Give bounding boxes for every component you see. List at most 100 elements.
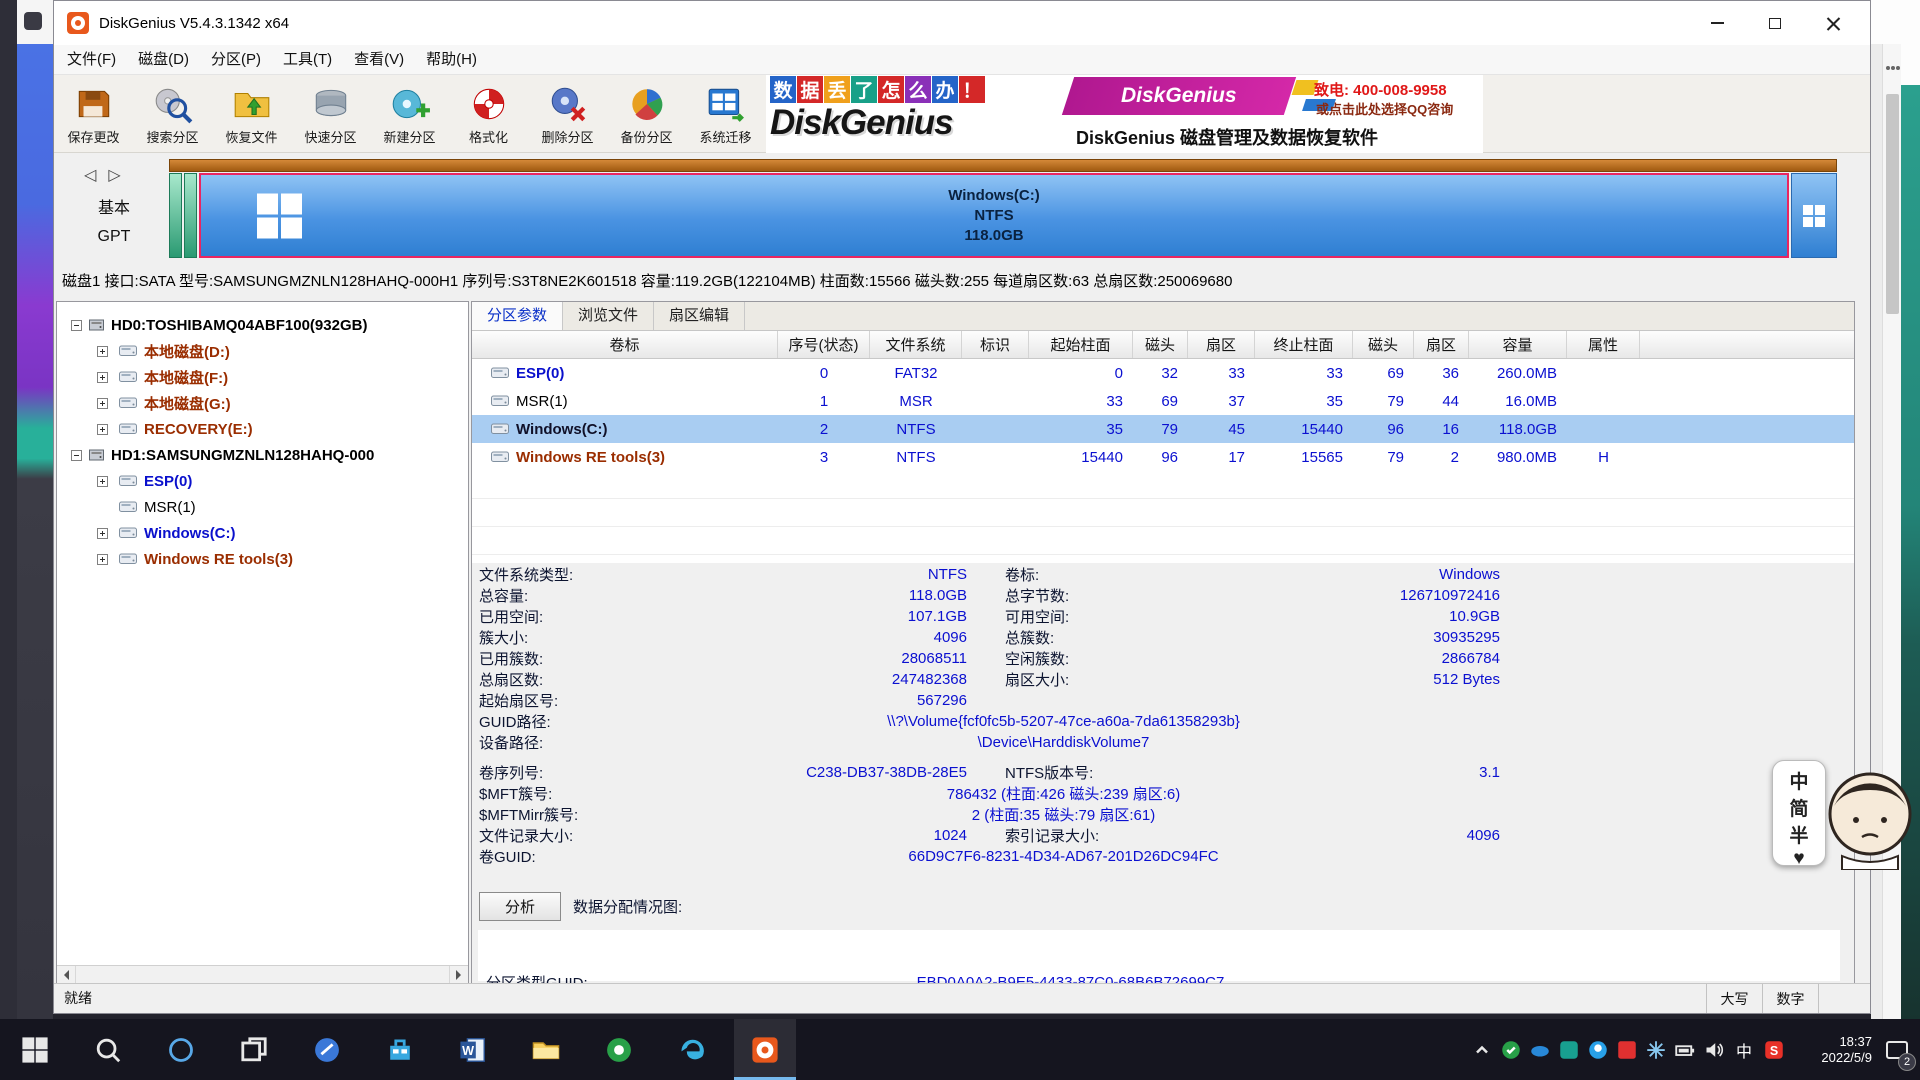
- table-column-9[interactable]: 扇区: [1414, 331, 1469, 358]
- notification-center-button[interactable]: 2: [1874, 1019, 1920, 1080]
- tab-partition-params[interactable]: 分区参数: [472, 302, 563, 330]
- toolbar-button-new-partition[interactable]: 新建分区: [370, 75, 449, 153]
- table-column-4[interactable]: 起始柱面: [1029, 331, 1133, 358]
- table-column-5[interactable]: 磁头: [1133, 331, 1188, 358]
- toggle-plus-icon[interactable]: [97, 528, 108, 539]
- tray-qq-icon[interactable]: [1588, 1040, 1608, 1060]
- tree-item-5[interactable]: HD1:SAMSUNGMZNLN128HAHQ-000: [57, 442, 468, 468]
- analyze-button[interactable]: 分析: [479, 892, 561, 921]
- table-column-8[interactable]: 磁头: [1353, 331, 1414, 358]
- toolbar-button-quick-partition[interactable]: 快速分区: [291, 75, 370, 153]
- toggle-minus-icon[interactable]: [71, 320, 82, 331]
- menu-item-3[interactable]: 工具(T): [272, 45, 343, 74]
- tray-battery-icon[interactable]: [1675, 1040, 1695, 1060]
- toolbar-button-format[interactable]: 格式化: [449, 75, 528, 153]
- toolbar-button-system-migration[interactable]: 系统迁移: [686, 75, 765, 153]
- toolbar-button-save-changes[interactable]: 保存更改: [54, 75, 133, 153]
- ime-widget-char[interactable]: 简: [1789, 794, 1808, 821]
- banner-qq-link[interactable]: 或点击此处选择QQ咨询: [1316, 99, 1453, 118]
- prev-disk-icon[interactable]: ◁: [84, 165, 96, 185]
- tray-teal-icon[interactable]: [1559, 1040, 1579, 1060]
- taskbar-word-button[interactable]: W: [442, 1019, 504, 1080]
- tree-item-3[interactable]: 本地磁盘(G:): [57, 390, 468, 416]
- tree-item-7[interactable]: MSR(1): [57, 494, 468, 520]
- taskbar-diskgenius-button[interactable]: [734, 1019, 796, 1080]
- banner-headline-char: 么: [905, 76, 931, 103]
- table-column-3[interactable]: 标识: [962, 331, 1029, 358]
- tree-item-6[interactable]: ESP(0): [57, 468, 468, 494]
- tree-horizontal-scrollbar[interactable]: [57, 965, 468, 984]
- taskbar-file-explorer-button[interactable]: [515, 1019, 577, 1080]
- taskbar-store-button[interactable]: [369, 1019, 431, 1080]
- partition-block-esp[interactable]: [169, 173, 182, 258]
- menu-item-0[interactable]: 文件(F): [56, 45, 127, 74]
- taskbar-start-button[interactable]: [4, 1019, 66, 1080]
- toggle-plus-icon[interactable]: [97, 424, 108, 435]
- tray-snowflake-icon[interactable]: [1646, 1040, 1666, 1060]
- toggle-plus-icon[interactable]: [97, 346, 108, 357]
- table-column-10[interactable]: 容量: [1469, 331, 1567, 358]
- minimize-button[interactable]: [1688, 1, 1746, 45]
- tree-item-8[interactable]: Windows(C:): [57, 520, 468, 546]
- ime-indicator[interactable]: 中: [1733, 1038, 1755, 1062]
- tree-item-4[interactable]: RECOVERY(E:): [57, 416, 468, 442]
- tree-item-1[interactable]: 本地磁盘(D:): [57, 338, 468, 364]
- toolbar-button-search-partition[interactable]: 搜索分区: [133, 75, 212, 153]
- toggle-minus-icon[interactable]: [71, 450, 82, 461]
- menu-item-4[interactable]: 查看(V): [343, 45, 415, 74]
- ime-status-widget[interactable]: 中简半♥: [1772, 760, 1826, 866]
- taskbar-green-app-button[interactable]: [588, 1019, 650, 1080]
- table-column-1[interactable]: 序号(状态): [778, 331, 870, 358]
- scroll-left-icon[interactable]: [57, 966, 76, 984]
- tray-expand-icon[interactable]: [1472, 1040, 1492, 1060]
- table-column-0[interactable]: 卷标: [472, 331, 778, 358]
- taskbar-snip-button[interactable]: [296, 1019, 358, 1080]
- partition-block-windows-c[interactable]: Windows(C:) NTFS 118.0GB: [199, 173, 1789, 258]
- table-column-11[interactable]: 属性: [1567, 331, 1640, 358]
- tray-onedrive-icon[interactable]: [1530, 1040, 1550, 1060]
- tree-item-2[interactable]: 本地磁盘(F:): [57, 364, 468, 390]
- tray-green-icon[interactable]: [1501, 1040, 1521, 1060]
- partition-row-0[interactable]: ESP(0)0FAT3203233336936260.0MB: [472, 359, 1854, 387]
- background-scrollbar[interactable]: [1882, 44, 1901, 1019]
- ime-widget-char[interactable]: 中: [1789, 767, 1808, 794]
- menu-item-5[interactable]: 帮助(H): [415, 45, 488, 74]
- scroll-right-icon[interactable]: [449, 966, 468, 984]
- tree-item-9[interactable]: Windows RE tools(3): [57, 546, 468, 572]
- partition-block-windows-re[interactable]: [1791, 173, 1837, 258]
- toggle-plus-icon[interactable]: [97, 476, 108, 487]
- ime-widget-char[interactable]: ♥: [1793, 848, 1804, 870]
- partition-block-msr[interactable]: [184, 173, 197, 258]
- table-column-2[interactable]: 文件系统: [870, 331, 962, 358]
- background-scrollbar-thumb[interactable]: [1886, 94, 1899, 314]
- toolbar-button-backup-partition[interactable]: 备份分区: [607, 75, 686, 153]
- toggle-plus-icon[interactable]: [97, 372, 108, 383]
- volume-icon[interactable]: [1704, 1040, 1724, 1060]
- menu-item-1[interactable]: 磁盘(D): [127, 45, 200, 74]
- taskbar-search-button[interactable]: [77, 1019, 139, 1080]
- partition-row-2[interactable]: Windows(C:)2NTFS357945154409616118.0GB: [472, 415, 1854, 443]
- taskbar-task-view-button[interactable]: [223, 1019, 285, 1080]
- taskbar-edge-button[interactable]: [661, 1019, 723, 1080]
- ad-banner[interactable]: 数据丢了怎么办！ DiskGenius DiskGenius 致电: 400-0…: [766, 75, 1483, 153]
- next-disk-icon[interactable]: ▷: [108, 165, 120, 185]
- ime-widget-char[interactable]: 半: [1789, 821, 1808, 848]
- toggle-plus-icon[interactable]: [97, 554, 108, 565]
- tab-browse-files[interactable]: 浏览文件: [563, 302, 654, 330]
- taskbar-clock[interactable]: 18:37 2022/5/9: [1792, 1034, 1872, 1066]
- toggle-plus-icon[interactable]: [97, 398, 108, 409]
- partition-row-1[interactable]: MSR(1)1MSR33693735794416.0MB: [472, 387, 1854, 415]
- table-column-7[interactable]: 终止柱面: [1255, 331, 1353, 358]
- table-column-6[interactable]: 扇区: [1188, 331, 1255, 358]
- menu-item-2[interactable]: 分区(P): [200, 45, 272, 74]
- close-button[interactable]: [1804, 1, 1862, 45]
- partition-row-3[interactable]: Windows RE tools(3)3NTFS1544096171556579…: [472, 443, 1854, 471]
- taskbar-cortana-button[interactable]: [150, 1019, 212, 1080]
- tab-sector-edit[interactable]: 扇区编辑: [654, 302, 745, 330]
- maximize-button[interactable]: [1746, 1, 1804, 45]
- tray-red-icon[interactable]: [1617, 1040, 1637, 1060]
- toolbar-button-recover-files[interactable]: 恢复文件: [212, 75, 291, 153]
- sogou-icon[interactable]: S: [1764, 1040, 1784, 1060]
- tree-item-0[interactable]: HD0:TOSHIBAMQ04ABF100(932GB): [57, 312, 468, 338]
- toolbar-button-delete-partition[interactable]: 删除分区: [528, 75, 607, 153]
